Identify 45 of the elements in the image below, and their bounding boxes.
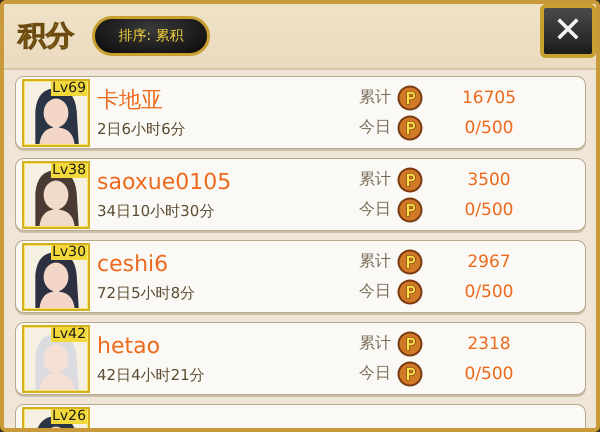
- stat-label: 累计: [359, 333, 392, 354]
- stat-value: 16705: [460, 88, 518, 108]
- level-badge: Lv26: [51, 408, 87, 424]
- online-time: 72日5小时8分: [97, 284, 196, 302]
- coin-icon: [397, 360, 423, 386]
- player-card[interactable]: Lv69 卡地亚 2日6小时6分 累计 16705 今日 0/500: [15, 76, 586, 149]
- player-card[interactable]: Lv38 saoxue0105 34日10小时30分 累计 3500 今日 0/500: [15, 158, 586, 231]
- coin-icon: [397, 84, 423, 110]
- stat-value: 0/500: [464, 118, 514, 138]
- stat-value: 2967: [466, 252, 512, 272]
- level-badge: Lv42: [51, 326, 87, 342]
- stat-label: 今日: [359, 117, 392, 138]
- level-badge: Lv30: [51, 244, 87, 260]
- player-name: 卡地亚: [97, 88, 164, 114]
- stat-value: 0/500: [464, 364, 514, 384]
- close-button[interactable]: ✕: [540, 4, 596, 58]
- coin-icon: [397, 330, 423, 356]
- stat-label: 今日: [359, 199, 392, 220]
- online-time: 34日10小时30分: [97, 202, 216, 220]
- stat-label: 今日: [359, 363, 392, 384]
- player-name: saoxue0105: [97, 170, 232, 196]
- player-name: hetao: [97, 334, 162, 360]
- player-name: ceshi6: [97, 252, 170, 278]
- stat-value: 0/500: [464, 200, 514, 220]
- window-title: 积分: [18, 18, 74, 54]
- online-time: 42日4小时21分: [97, 366, 206, 384]
- coin-icon: [397, 196, 423, 222]
- sort-button[interactable]: 排序: 累积: [92, 16, 210, 56]
- stat-value: 0/500: [464, 282, 514, 302]
- stat-label: 累计: [359, 87, 392, 108]
- stat-label: 累计: [359, 251, 392, 272]
- player-card[interactable]: Lv42 hetao 42日4小时21分 累计 2318 今日 0/500: [15, 322, 586, 395]
- player-card[interactable]: Lv30 ceshi6 72日5小时8分 累计 2967 今日 0/500: [15, 240, 586, 313]
- coin-icon: [397, 248, 423, 274]
- level-badge: Lv38: [51, 162, 87, 178]
- player-card[interactable]: Lv26: [15, 404, 586, 428]
- stat-label: 累计: [359, 169, 392, 190]
- coin-icon: [397, 114, 423, 140]
- coin-icon: [397, 166, 423, 192]
- level-badge: Lv69: [51, 80, 87, 96]
- stat-value: 3500: [466, 170, 512, 190]
- online-time: 2日6小时6分: [97, 120, 187, 138]
- coin-icon: [397, 278, 423, 304]
- stat-value: 2318: [466, 334, 512, 354]
- stat-label: 今日: [359, 281, 392, 302]
